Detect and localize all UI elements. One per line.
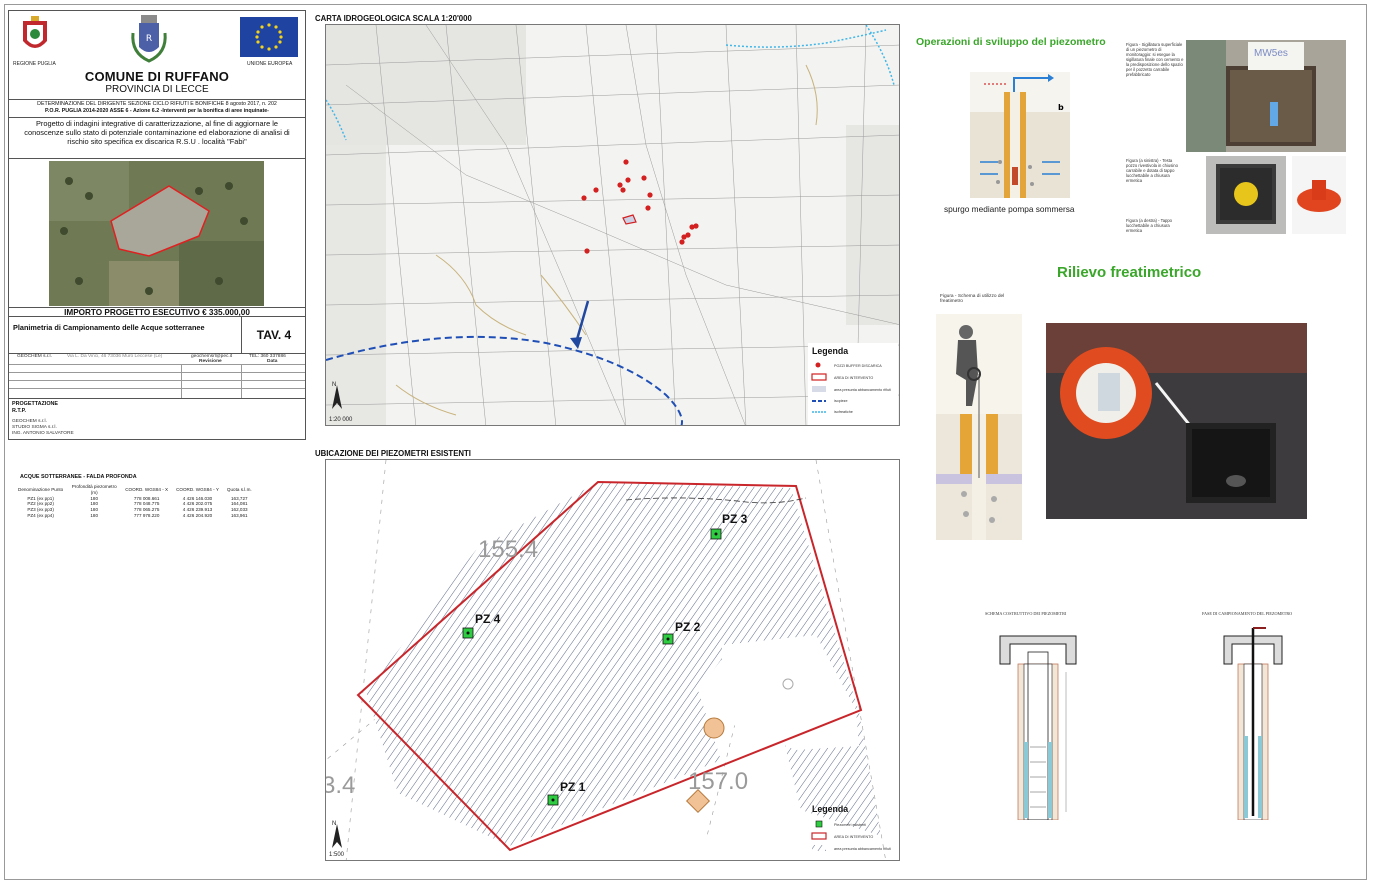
hydrogeological-map: Legenda POZZI BUFFER DISCARICA AREA DI I… (325, 24, 900, 426)
legend-item-area: AREA DI INTERVENTO (834, 376, 874, 380)
label-pz4: PZ 4 (475, 612, 501, 626)
legend-item-isopieze: isopieze (834, 399, 848, 403)
legend-symbols (811, 362, 827, 413)
plan-title: Planimetria di Campionamento delle Acque… (13, 323, 205, 332)
label-pz3: PZ 3 (722, 512, 748, 526)
photo-label: MW5es (1254, 48, 1288, 59)
figure-caption-4: Figura - Schema di utilizzo del freatime… (940, 294, 1005, 304)
commune-name: COMUNE DI RUFFANO (84, 69, 230, 84)
legend-item-area: AREA DI INTERVENTO (834, 835, 874, 839)
determination: DETERMINAZIONE DEL DIRIGENTE SEZIONE CIC… (9, 99, 305, 116)
header-y: COORD. WGS84 - Y (176, 486, 219, 492)
regione-puglia-logo (23, 16, 47, 48)
rtp-members: GEOCHEM s.r.l. STUDIO SIGMA s.r.l. ING. … (12, 419, 74, 437)
svg-text:R: R (146, 34, 152, 44)
water-level-meter-diagram (936, 314, 1022, 540)
region-label: REGIONE PUGLIA (13, 61, 56, 67)
figure-caption-3: Figura (a destra) - Tappo lucchettabile … (1126, 218, 1173, 233)
scheme-1-title: SCHEMA COSTRUTTIVO DEI PIEZOMETRI (985, 611, 1067, 616)
project-description: Progetto di indagini integrative di cara… (9, 117, 305, 159)
piezometer-sampling-scheme (1223, 627, 1283, 820)
table-row: PZ4 (ex pp4) 180 777 978.220 4 426 204.920 1… (14, 513, 256, 519)
legend-item-wells: POZZI BUFFER DISCARICA (834, 364, 882, 368)
map-top-north: N (332, 382, 337, 388)
company-revision-grid: GEOCHEM s.r.l. Via L. Da Vinci, 46 73036… (9, 352, 305, 399)
elevation-partial: 3.4 (325, 772, 356, 799)
por-text: P.O.R. PUGLIA 2014-2020 ASSE 6 - Azione … (45, 108, 269, 114)
piezometer-construction-scheme (999, 635, 1077, 820)
progettazione-heading: PROGETTAZIONE R.T.P. (12, 401, 58, 415)
elevation-1554: 155.4 (478, 536, 539, 563)
comune-crest-logo: R (131, 15, 167, 63)
eu-flag-logo (240, 17, 298, 57)
header-point: Denominazione Punto (18, 486, 64, 492)
member-3: ING. ANTONIO SALVATORE (12, 431, 74, 436)
logos: REGIONE PUGLIA R UNIONE EUROPEA (9, 11, 305, 71)
purge-diagram: b (970, 72, 1070, 198)
cell: 4 426 204.920 (182, 512, 213, 518)
company-name: GEOCHEM s.r.l. (17, 354, 52, 359)
determination-text: DETERMINAZIONE DEL DIRIGENTE SEZIONE CIC… (37, 101, 277, 107)
label-pz1: PZ 1 (560, 780, 586, 794)
tav-number: TAV. 4 (241, 317, 306, 353)
map-top-title: CARTA IDROGEOLOGICA SCALA 1:20'000 (315, 14, 472, 23)
piezometer-table: Denominazione Punto Profondità piezometr… (14, 484, 256, 519)
legend-item-waste: area presunta abbancamento rifiuti (834, 847, 891, 851)
photo-locking-cap (1292, 156, 1346, 234)
rilievo-title: Rilievo freatimetrico (1057, 264, 1202, 281)
piezometer-map-drawing (326, 460, 886, 860)
spurgo-caption: spurgo mediante pompa sommersa (944, 204, 1075, 214)
fig-b-label: b (1058, 103, 1064, 112)
legend-symbols (811, 820, 827, 851)
commune-header: COMUNE DI RUFFANO PROVINCIA DI LECCE (9, 69, 305, 95)
cell: 777 978.220 (133, 512, 160, 518)
rtp-label: R.T.P. (12, 408, 26, 414)
cell: PZ4 (ex pp4) (27, 512, 54, 518)
legend-title: Legenda (812, 346, 849, 356)
scheme-2-title: FASE DI CAMPIONAMENTO DEL PIEZOMETRO (1202, 611, 1293, 616)
photo-water-level-meter (1046, 323, 1307, 519)
legend-title: Legenda (812, 804, 849, 814)
sviluppo-title: Operazioni di sviluppo del piezometro (916, 36, 1106, 48)
header-quota: Quota s.l.m. (226, 486, 252, 492)
figure-caption-2: Figura (a sinistra) - Testa pozzo rivest… (1126, 158, 1178, 183)
company-address: Via L. Da Vinci, 46 73036 Muro Leccese (… (67, 354, 163, 359)
eu-label: UNIONE EUROPEA (247, 61, 293, 67)
header-depth: Profondità piezometro (m) (71, 484, 117, 495)
table-header-row: Denominazione Punto Profondità piezometr… (14, 484, 256, 496)
map-bottom-legend: Legenda Piezometri esistenti AREA DI INT… (808, 802, 898, 860)
map-bottom-north: N (332, 821, 337, 827)
progettazione-label: PROGETTAZIONE (12, 401, 59, 407)
map-bottom-scale: 1:500 (329, 852, 345, 858)
label-pz2: PZ 2 (675, 620, 701, 634)
elevation-1570: 157.0 (688, 768, 749, 795)
cell: 163,961 (230, 512, 248, 518)
map-top-scale: 1:20 000 (329, 417, 353, 423)
header-x: COORD. WGS84 - X (125, 486, 169, 492)
plan-title-box: Planimetria di Campionamento delle Acque… (9, 316, 305, 354)
province-name: PROVINCIA DI LECCE (105, 84, 209, 95)
cell: 180 (90, 512, 99, 518)
legend-item-piezometers: Piezometri esistenti (834, 823, 866, 827)
photo-manhole (1206, 156, 1286, 234)
table-title: ACQUE SOTTERRANEE - FALDA PROFONDA (20, 474, 137, 480)
title-block: REGIONE PUGLIA R UNIONE EUROPEA COMUNE D… (8, 10, 306, 440)
map-bottom-title: UBICAZIONE DEI PIEZOMETRI ESISTENTI (315, 449, 471, 458)
piezometer-map: PZ 3 PZ 2 PZ 4 PZ 1 155.4 157.0 3.4 Lege… (325, 459, 900, 861)
figure-caption-1: Figura - Sigillatura superficiale di un … (1126, 42, 1184, 77)
legend-item-waste: area presunta abbancamento rifiuti (834, 388, 891, 392)
legend-item-isofreatiche: isofreatiche (834, 410, 853, 414)
map-top-legend: Legenda POZZI BUFFER DISCARICA AREA DI I… (808, 343, 898, 425)
aerial-photo (49, 161, 264, 306)
